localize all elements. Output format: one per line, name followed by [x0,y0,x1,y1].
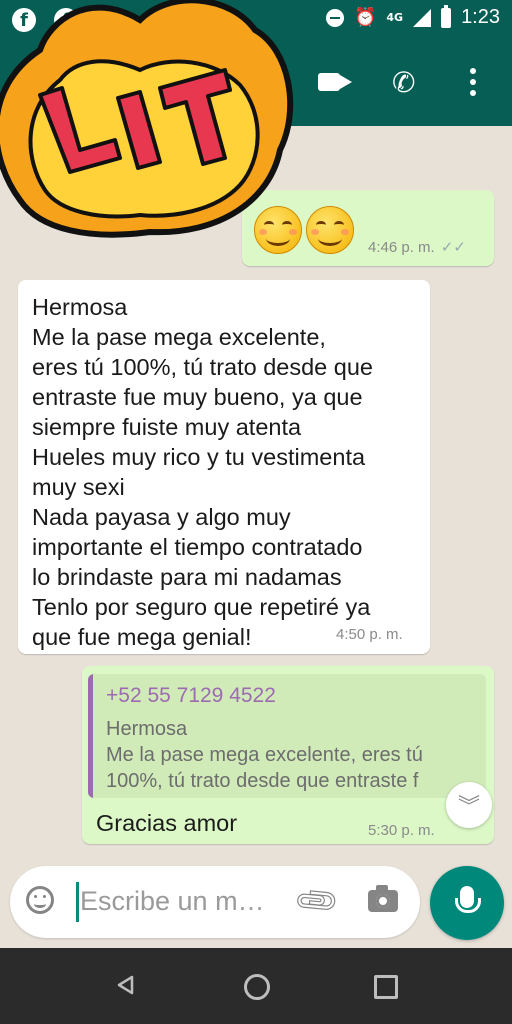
camera-icon[interactable] [368,885,398,912]
text-cursor [76,882,79,922]
recents-icon[interactable] [374,975,398,999]
quote-text-line: Hermosa [106,718,188,740]
incoming-message[interactable]: Hermosa Me la pase mega excelente, eres … [18,280,430,654]
back-icon[interactable] [116,975,134,995]
message-composer: 📎︎ [10,866,420,938]
quote-text-line: Me la pase mega excelente, eres tú [106,744,423,766]
message-time: 5:30 p. m. [368,822,435,839]
read-ticks-icon: ✓✓ [440,239,466,256]
paperclip-icon[interactable]: 📎︎ [291,876,343,927]
chat-area[interactable]: 4:46 p. m. ✓✓ Hermosa Me la pase mega exc… [0,126,512,948]
message-input[interactable] [80,878,280,924]
system-navigation-bar [0,948,512,1024]
outgoing-reply-message[interactable]: +52 55 7129 4522 Hermosa Me la pase mega… [82,666,494,844]
message-text: Hermosa Me la pase mega excelente, eres … [32,294,373,650]
clock: 1:23 [461,6,500,28]
double-chevron-down-icon: ︾ [457,795,480,820]
quote-text-line: 100%, tú trato desde que entraste f [106,770,419,792]
more-options-icon[interactable] [470,68,476,96]
voice-message-button[interactable] [430,866,504,940]
scroll-to-bottom-button[interactable]: ︾ [446,782,492,828]
signal-icon [413,8,432,27]
home-icon[interactable] [244,974,270,1000]
smiling-face-emoji [306,206,354,254]
lit-fire-sticker [0,0,294,238]
message-time: 4:50 p. m. [336,626,403,643]
alarm-icon: ⏰ [353,7,377,28]
quote-accent-bar [88,674,93,798]
message-time: 4:46 p. m. ✓✓ [368,239,466,256]
system-indicators: ⏰ 4G 1:23 [325,4,500,29]
call-icon[interactable]: ✆ [392,66,415,99]
emoji-icon[interactable] [26,886,54,914]
battery-icon [441,4,452,28]
quoted-message[interactable]: +52 55 7129 4522 Hermosa Me la pase mega… [88,674,486,798]
video-call-icon[interactable] [318,73,340,91]
network-type: 4G [386,11,404,24]
quote-sender: +52 55 7129 4522 [106,684,276,707]
do-not-disturb-icon [325,8,344,27]
microphone-icon [455,886,481,913]
message-text: Gracias amor [96,810,238,836]
